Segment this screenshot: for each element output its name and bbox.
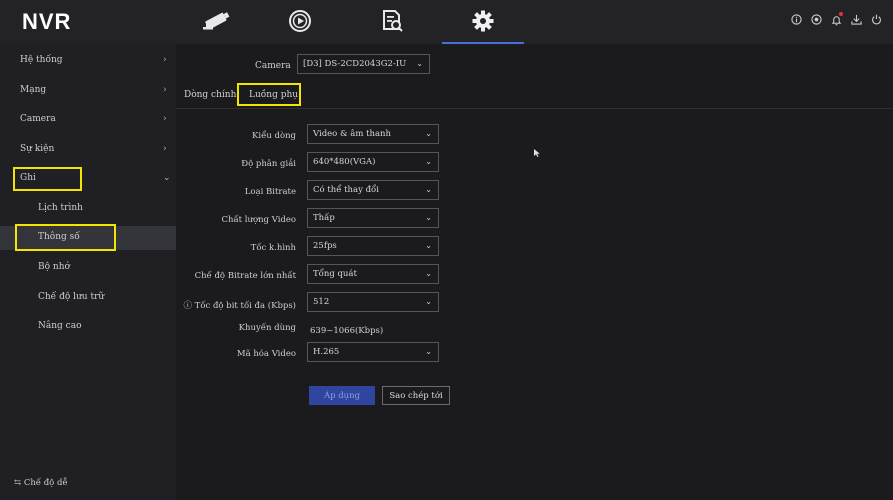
sidebar-item-label: Hệ thống xyxy=(20,55,63,65)
max-bitrate-mode-value: Tổng quát xyxy=(313,269,357,279)
chevron-down-icon: ⌄ xyxy=(425,129,432,138)
tab-main-stream[interactable]: Dòng chính xyxy=(184,90,236,100)
tab-divider xyxy=(176,108,893,109)
camera-select[interactable]: [D3] DS-2CD2043G2-IU ⌄ xyxy=(297,54,430,74)
frame-rate-select[interactable]: 25fps ⌄ xyxy=(307,236,439,256)
recommended-value: 639~1066(Kbps) xyxy=(310,326,384,336)
chevron-down-icon: ⌄ xyxy=(425,297,432,306)
copy-to-button[interactable]: Sao chép tới xyxy=(382,386,450,405)
chevron-down-icon: ⌄ xyxy=(425,213,432,222)
video-quality-select[interactable]: Thấp ⌄ xyxy=(307,208,439,228)
nav-live-view[interactable] xyxy=(197,6,237,36)
main-content: Camera [D3] DS-2CD2043G2-IU ⌄ Dòng chính… xyxy=(176,44,893,500)
chevron-down-icon: ⌄ xyxy=(425,269,432,278)
chevron-down-icon: ⌄ xyxy=(163,173,171,183)
sidebar-subitem-label: Bộ nhớ xyxy=(38,262,70,272)
max-bitrate-mode-select[interactable]: Tổng quát ⌄ xyxy=(307,264,439,284)
sidebar-subitem-label: Chế độ lưu trữ xyxy=(38,292,105,302)
top-right-icons xyxy=(790,12,883,26)
chevron-down-icon: ⌄ xyxy=(425,157,432,166)
power-icon[interactable] xyxy=(870,13,883,26)
chevron-down-icon: ⌄ xyxy=(425,241,432,250)
record-icon[interactable] xyxy=(810,13,823,26)
sidebar-item-label: Mạng xyxy=(20,85,47,95)
video-codec-value: H.265 xyxy=(313,347,340,357)
field-label-resolution: Độ phân giải xyxy=(241,159,296,169)
camera-label: Camera xyxy=(255,61,291,71)
chevron-down-icon: ⌄ xyxy=(425,185,432,194)
sidebar-item-label: Camera xyxy=(20,114,56,124)
highlight-box-record xyxy=(13,167,82,191)
nav-playback[interactable] xyxy=(280,6,320,36)
download-icon[interactable] xyxy=(850,13,863,26)
chevron-right-icon: › xyxy=(163,55,167,65)
mouse-cursor-icon xyxy=(534,149,540,157)
field-label-video-codec: Mã hóa Video xyxy=(236,349,296,359)
video-codec-select[interactable]: H.265 ⌄ xyxy=(307,342,439,362)
field-label-stream-type: Kiểu dòng xyxy=(252,131,296,141)
chevron-down-icon: ⌄ xyxy=(425,347,432,356)
info-icon[interactable] xyxy=(790,13,803,26)
nvr-logo: NVR xyxy=(22,9,72,34)
sidebar-item-network[interactable]: Mạng › xyxy=(0,79,176,103)
recommended-label: Khuyến dùng xyxy=(238,323,296,333)
sidebar-subitem-label: Lịch trình xyxy=(38,203,83,213)
top-bar: NVR xyxy=(0,0,893,45)
field-label-frame-rate: Tốc k.hình xyxy=(250,243,296,253)
nav-search[interactable] xyxy=(372,6,412,36)
chevron-right-icon: › xyxy=(163,114,167,124)
sidebar-item-label: Sự kiện xyxy=(20,144,55,154)
highlight-box-sub-stream xyxy=(237,83,301,106)
field-label-max-bitrate-mode: Chế độ Bitrate lớn nhất xyxy=(194,271,296,281)
apply-button[interactable]: Áp dụng xyxy=(309,386,375,405)
chevron-right-icon: › xyxy=(163,85,167,95)
stream-type-value: Video & âm thanh xyxy=(313,129,392,139)
video-quality-value: Thấp xyxy=(313,213,335,223)
notification-dot xyxy=(839,12,843,16)
stream-type-select[interactable]: Video & âm thanh ⌄ xyxy=(307,124,439,144)
camera-icon xyxy=(203,12,230,30)
bell-icon[interactable] xyxy=(830,12,843,26)
playback-icon xyxy=(289,10,311,32)
field-label-max-bitrate: ⓘ Tốc độ bit tối đa (Kbps) xyxy=(183,301,296,311)
resolution-value: 640*480(VGA) xyxy=(313,157,376,167)
file-search-icon xyxy=(383,10,403,32)
frame-rate-value: 25fps xyxy=(313,241,337,251)
chevron-right-icon: › xyxy=(163,144,167,154)
chevron-down-icon: ⌄ xyxy=(416,59,423,68)
easy-mode-toggle[interactable]: ⇆ Chế độ dễ xyxy=(14,478,68,488)
bitrate-type-value: Có thể thay đổi xyxy=(313,185,379,195)
sidebar-item-system[interactable]: Hệ thống › xyxy=(0,49,176,73)
sidebar-subitem-label: Nâng cao xyxy=(38,321,82,331)
resolution-select[interactable]: 640*480(VGA) ⌄ xyxy=(307,152,439,172)
camera-select-value: [D3] DS-2CD2043G2-IU xyxy=(303,59,407,69)
highlight-box-parameters xyxy=(15,224,116,251)
nav-config[interactable] xyxy=(463,6,503,36)
max-bitrate-select[interactable]: 512 ⌄ xyxy=(307,292,439,312)
bitrate-type-select[interactable]: Có thể thay đổi ⌄ xyxy=(307,180,439,200)
gear-icon xyxy=(472,10,494,32)
field-label-bitrate-type: Loại Bitrate xyxy=(244,187,296,197)
field-label-video-quality: Chất lượng Video xyxy=(221,215,296,225)
max-bitrate-value: 512 xyxy=(313,297,330,307)
sidebar-item-camera[interactable]: Camera › xyxy=(0,108,176,132)
